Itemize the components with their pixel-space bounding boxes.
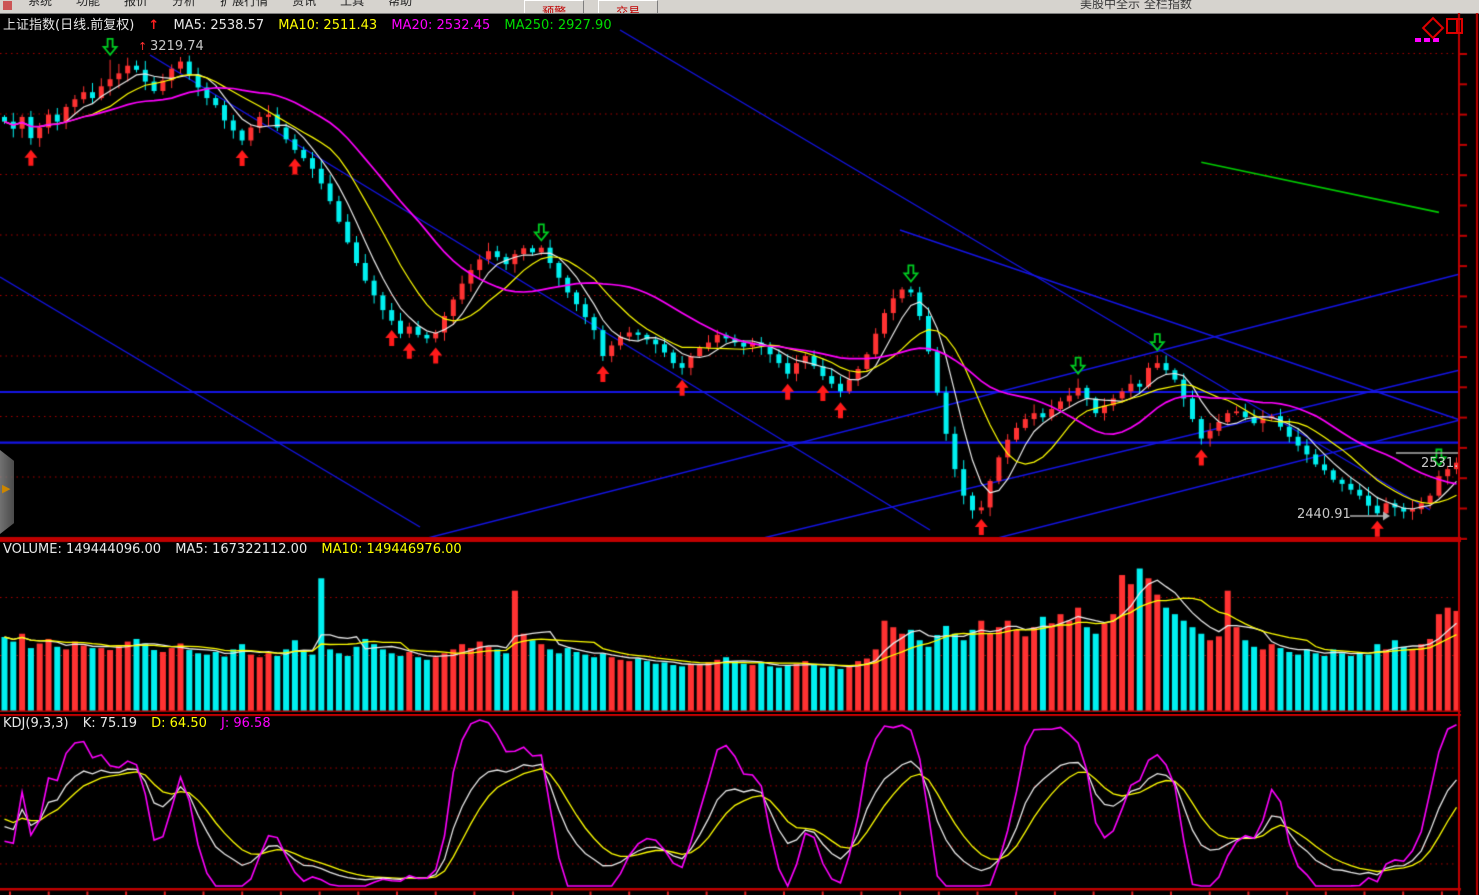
- main-chart-header: 上证指数(日线.前复权) ↑ MA5: 2538.57 MA10: 2511.4…: [3, 14, 612, 33]
- sidebar-expander[interactable]: ▶: [0, 450, 14, 534]
- main-chart-canvas[interactable]: [0, 13, 1479, 540]
- menu-right-status-text: 美股中全示 全栏指数: [1080, 0, 1192, 12]
- buy-signal-arrow-icon: ↑: [148, 18, 159, 33]
- expand-arrow-icon: ▶: [2, 483, 10, 494]
- menu-item-analysis[interactable]: 分析: [160, 0, 208, 8]
- kdj-d-value: D: 64.50: [151, 716, 207, 731]
- volume-ma10-value: MA10: 149446976.00: [321, 542, 461, 557]
- menu-item-tools[interactable]: 工具: [328, 0, 376, 8]
- kdj-canvas[interactable]: [0, 714, 1479, 895]
- symbol-title: 上证指数(日线.前复权): [3, 18, 134, 33]
- ma5-value: MA5: 2538.57: [173, 18, 264, 33]
- ma10-value: MA10: 2511.43: [278, 18, 377, 33]
- trade-button[interactable]: 交易: [598, 0, 658, 14]
- app-icon: [3, 1, 12, 10]
- menu-item-extended-quotes[interactable]: 扩展行情: [208, 0, 280, 8]
- trading-app-window: 系统 功能 报价 分析 扩展行情 资讯 工具 帮助 预警 交易 美股中全示 全栏…: [0, 0, 1479, 895]
- last-price-label: 2531.: [1421, 456, 1458, 471]
- menu-item-function[interactable]: 功能: [64, 0, 112, 8]
- ellipsis-icon[interactable]: [1415, 38, 1442, 42]
- menu-item-system[interactable]: 系统: [16, 0, 64, 8]
- ma20-value: MA20: 2532.45: [391, 18, 490, 33]
- high-price-label: 3219.74: [150, 39, 204, 54]
- kdj-k-value: K: 75.19: [83, 716, 137, 731]
- volume-value: VOLUME: 149444096.00: [3, 542, 161, 557]
- low-price-label: 2440.91: [1297, 507, 1351, 522]
- menu-item-help[interactable]: 帮助: [376, 0, 424, 8]
- menu-bar: 系统 功能 报价 分析 扩展行情 资讯 工具 帮助 预警 交易 美股中全示 全栏…: [0, 0, 1479, 14]
- kdj-j-value: J: 96.58: [221, 716, 271, 731]
- alert-button[interactable]: 预警: [524, 0, 584, 14]
- ma250-value: MA250: 2927.90: [504, 18, 611, 33]
- menu-item-quotes[interactable]: 报价: [112, 0, 160, 8]
- kdj-indicator-name: KDJ(9,3,3): [3, 716, 69, 731]
- volume-ma5-value: MA5: 167322112.00: [175, 542, 307, 557]
- volume-canvas[interactable]: [0, 540, 1479, 714]
- kdj-header: KDJ(9,3,3) K: 75.19 D: 64.50 J: 96.58: [3, 716, 271, 731]
- high-marker-arrow-icon: ↑: [138, 40, 147, 53]
- volume-header: VOLUME: 149444096.00 MA5: 167322112.00 M…: [3, 542, 462, 557]
- split-window-icon[interactable]: [1446, 18, 1463, 34]
- menu-item-news[interactable]: 资讯: [280, 0, 328, 8]
